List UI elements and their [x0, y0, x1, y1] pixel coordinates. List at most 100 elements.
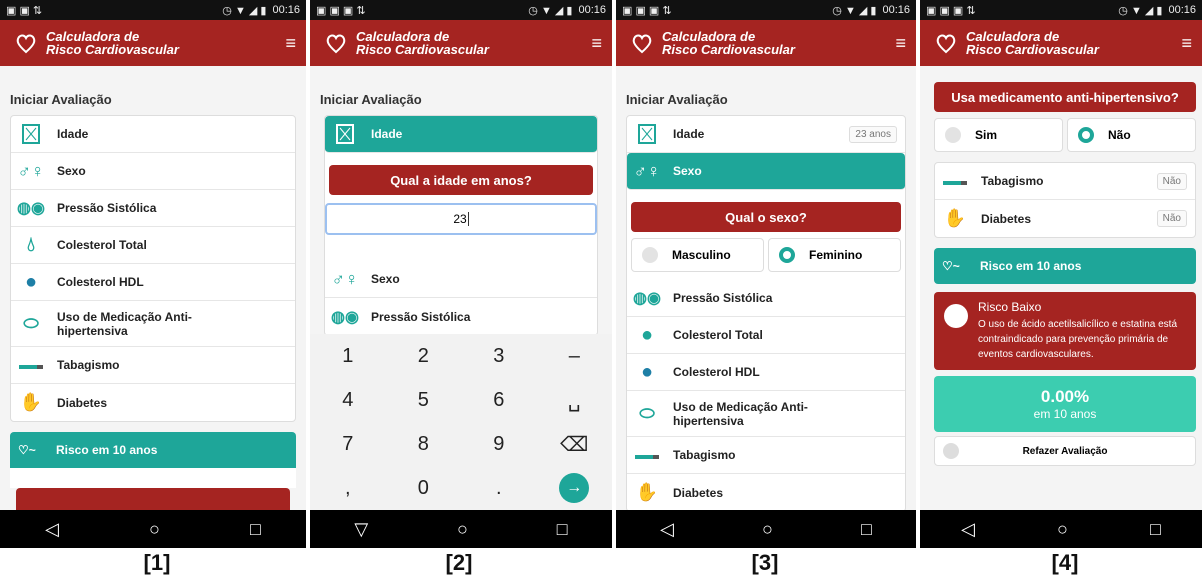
app-title: Calculadora de Risco Cardiovascular [46, 29, 179, 57]
age-badge: 23 anos [849, 125, 897, 143]
radio-nao[interactable]: Não [1067, 118, 1196, 152]
list-item-medicacao[interactable]: ⬭ Uso de Medicação Anti-hipertensiva [627, 391, 905, 437]
key-period[interactable]: . [496, 477, 502, 500]
back-icon[interactable]: ◁ [45, 519, 59, 540]
home-icon[interactable]: ○ [149, 519, 160, 540]
age-input[interactable]: 23 [325, 203, 597, 235]
caption-1: [1] [143, 550, 171, 575]
result-button[interactable] [16, 488, 290, 510]
list-item-pressao[interactable]: ◍◉ Pressão Sistólica [325, 298, 597, 335]
pressure-gauge-icon: ◍◉ [633, 290, 661, 307]
heart-ecg-icon: ♡~ [942, 259, 960, 273]
radio-feminino[interactable]: Feminino [768, 238, 901, 272]
risk-level: Risco Baixo [978, 300, 1042, 314]
radio-masculino[interactable]: Masculino [631, 238, 764, 272]
app-header: Calculadora de Risco Cardiovascular ≡ [310, 20, 612, 66]
list-item-colesterol-hdl[interactable]: ● Colesterol HDL [11, 264, 295, 301]
status-bar: ▣ ▣ ▣ ⇅ ◷ ▼ ◢ ▮ 00:16 [920, 0, 1202, 20]
list-item-sexo[interactable]: ♂♀ Sexo [325, 261, 597, 298]
radio-on-icon [779, 247, 795, 263]
back-icon[interactable]: ▽ [354, 519, 368, 540]
back-icon[interactable]: ◁ [961, 519, 975, 540]
tabagismo-badge: Não [1156, 172, 1187, 190]
screen-4: ▣ ▣ ▣ ⇅ ◷ ▼ ◢ ▮ 00:16 Calculadora de Risco… [920, 0, 1202, 548]
list-item-idade[interactable]: Idade 23 anos [627, 116, 905, 153]
status-bar: ▣ ▣ ▣ ⇅ ◷ ▼ ◢ ▮ 00:16 [616, 0, 916, 20]
key-9[interactable]: 9 [493, 433, 504, 456]
key-7[interactable]: 7 [342, 433, 353, 456]
risk-description: O uso de ácido acetilsalicílico e estati… [978, 319, 1177, 360]
key-8[interactable]: 8 [418, 433, 429, 456]
recents-icon[interactable]: □ [1150, 519, 1161, 540]
home-icon[interactable]: ○ [1057, 519, 1068, 540]
radio-sim[interactable]: Sim [934, 118, 1063, 152]
heart-ecg-icon: ♡~ [18, 443, 36, 457]
list-item-idade-active[interactable]: Idade [325, 116, 597, 153]
list-item-sexo-active[interactable]: ♂♀ Sexo [627, 153, 905, 190]
form-list: Idade Qual a idade em anos? 23 ♂♀ Sexo ◍◉… [324, 115, 598, 336]
hourglass-icon [635, 122, 659, 146]
pill-icon: ⬭ [639, 403, 655, 423]
gender-icon: ♂♀ [17, 160, 45, 181]
drop-hdl-icon: ● [24, 270, 38, 293]
list-item-idade[interactable]: Idade [11, 116, 295, 153]
pressure-gauge-icon: ◍◉ [17, 200, 45, 217]
list-item-colesterol-total[interactable]: 💧︎ Colesterol Total [11, 227, 295, 264]
android-navbar: ◁ ○ □ [0, 510, 306, 548]
list-item-diabetes[interactable]: ✋ Diabetes [627, 474, 905, 510]
form-list: Idade ♂♀ Sexo ◍◉ Pressão Sistólica 💧︎ Coles… [10, 115, 296, 422]
key-2[interactable]: 2 [418, 345, 429, 368]
risk-header[interactable]: ♡~ Risco em 10 anos [10, 432, 296, 468]
app-title: Calculadora de Risco Cardiovascular [966, 29, 1099, 57]
home-icon[interactable]: ○ [762, 519, 773, 540]
recents-icon[interactable]: □ [557, 519, 568, 540]
list-item-tabagismo[interactable]: Tabagismo [11, 347, 295, 384]
gender-icon: ♂♀ [633, 160, 661, 181]
home-icon[interactable]: ○ [457, 519, 468, 540]
cigarette-icon [635, 443, 659, 467]
back-icon[interactable]: ◁ [660, 519, 674, 540]
list-item-medicacao[interactable]: ⬭ Uso de Medicação Anti-hipertensiva [11, 301, 295, 347]
key-3[interactable]: 3 [493, 345, 504, 368]
key-6[interactable]: 6 [493, 389, 504, 412]
key-0[interactable]: 0 [418, 477, 429, 500]
risk-header[interactable]: ♡~ Risco em 10 anos [934, 248, 1196, 284]
list-item-tabagismo[interactable]: Tabagismo Não [935, 163, 1195, 200]
heart-logo-icon [16, 34, 36, 54]
hamburger-icon[interactable]: ≡ [285, 33, 296, 54]
key-1[interactable]: 1 [342, 345, 353, 368]
redo-button[interactable]: Refazer Avaliação [934, 436, 1196, 466]
key-comma[interactable]: , [345, 477, 351, 500]
recents-icon[interactable]: □ [861, 519, 872, 540]
section-title: Iniciar Avaliação [626, 92, 728, 107]
list-item-diabetes[interactable]: ✋ Diabetes [11, 384, 295, 421]
key-4[interactable]: 4 [342, 389, 353, 412]
key-minus[interactable]: – [569, 345, 580, 368]
key-5[interactable]: 5 [418, 389, 429, 412]
cigarette-icon [943, 169, 967, 193]
hamburger-icon[interactable]: ≡ [1181, 33, 1192, 54]
app-header: Calculadora de Risco Cardiovascular ≡ [920, 20, 1202, 66]
list-item-tabagismo[interactable]: Tabagismo [627, 437, 905, 474]
list-item-pressao[interactable]: ◍◉ Pressão Sistólica [11, 190, 295, 227]
question-idade: Qual a idade em anos? [329, 165, 593, 195]
list-item-diabetes[interactable]: ✋ Diabetes Não [935, 200, 1195, 237]
key-go[interactable]: → [559, 473, 590, 503]
hamburger-icon[interactable]: ≡ [895, 33, 906, 54]
list-item-colesterol-total[interactable]: ● Colesterol Total [627, 317, 905, 354]
hamburger-icon[interactable]: ≡ [591, 33, 602, 54]
gender-icon: ♂♀ [331, 268, 359, 289]
heart-logo-icon [632, 34, 652, 54]
key-space[interactable]: ␣ [568, 388, 581, 413]
main-content: Usa medicamento anti-hipertensivo? Sim N… [920, 66, 1202, 510]
key-backspace[interactable]: ⌫ [560, 432, 588, 457]
list-item-sexo[interactable]: ♂♀ Sexo [11, 153, 295, 190]
section-title: Iniciar Avaliação [320, 92, 422, 107]
recents-icon[interactable]: □ [250, 519, 261, 540]
heart-logo-icon [936, 34, 956, 54]
question-medicamento: Usa medicamento anti-hipertensivo? [934, 82, 1196, 112]
form-list: Idade 23 anos ♂♀ Sexo Qual o sexo? Masculi… [626, 115, 906, 510]
list-item-pressao[interactable]: ◍◉ Pressão Sistólica [627, 280, 905, 317]
list-item-colesterol-hdl[interactable]: ● Colesterol HDL [627, 354, 905, 391]
app-header: Calculadora de Risco Cardiovascular ≡ [0, 20, 306, 66]
